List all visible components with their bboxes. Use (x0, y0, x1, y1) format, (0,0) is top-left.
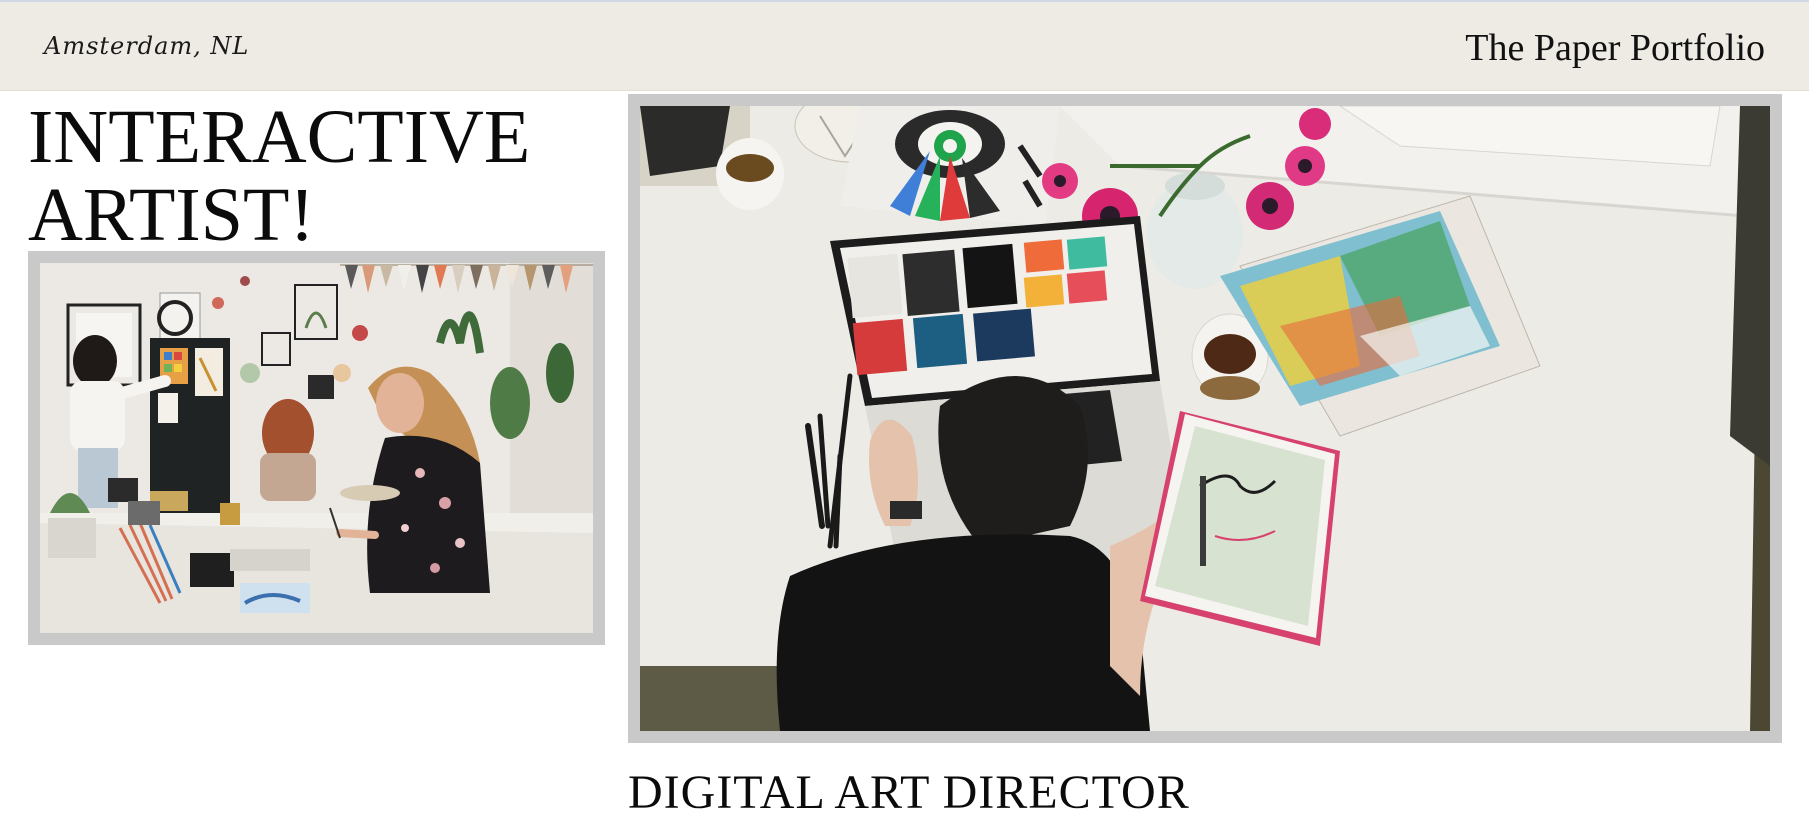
hero-title-line-2: ARTIST! (28, 173, 315, 257)
desk-photo-frame (628, 94, 1782, 743)
brand-link[interactable]: The Paper Portfolio (1465, 26, 1765, 70)
desk-photo (640, 106, 1770, 731)
studio-photo (40, 263, 593, 633)
hero-title: INTERACTIVE ARTIST! (28, 98, 588, 254)
location-label: Amsterdam, NL (44, 32, 250, 60)
hero-title-line-1: INTERACTIVE (28, 95, 531, 179)
studio-photo-frame (28, 251, 605, 645)
site-header: Amsterdam, NL The Paper Portfolio (0, 2, 1809, 91)
role-caption: DIGITAL ART DIRECTOR (628, 766, 1190, 819)
